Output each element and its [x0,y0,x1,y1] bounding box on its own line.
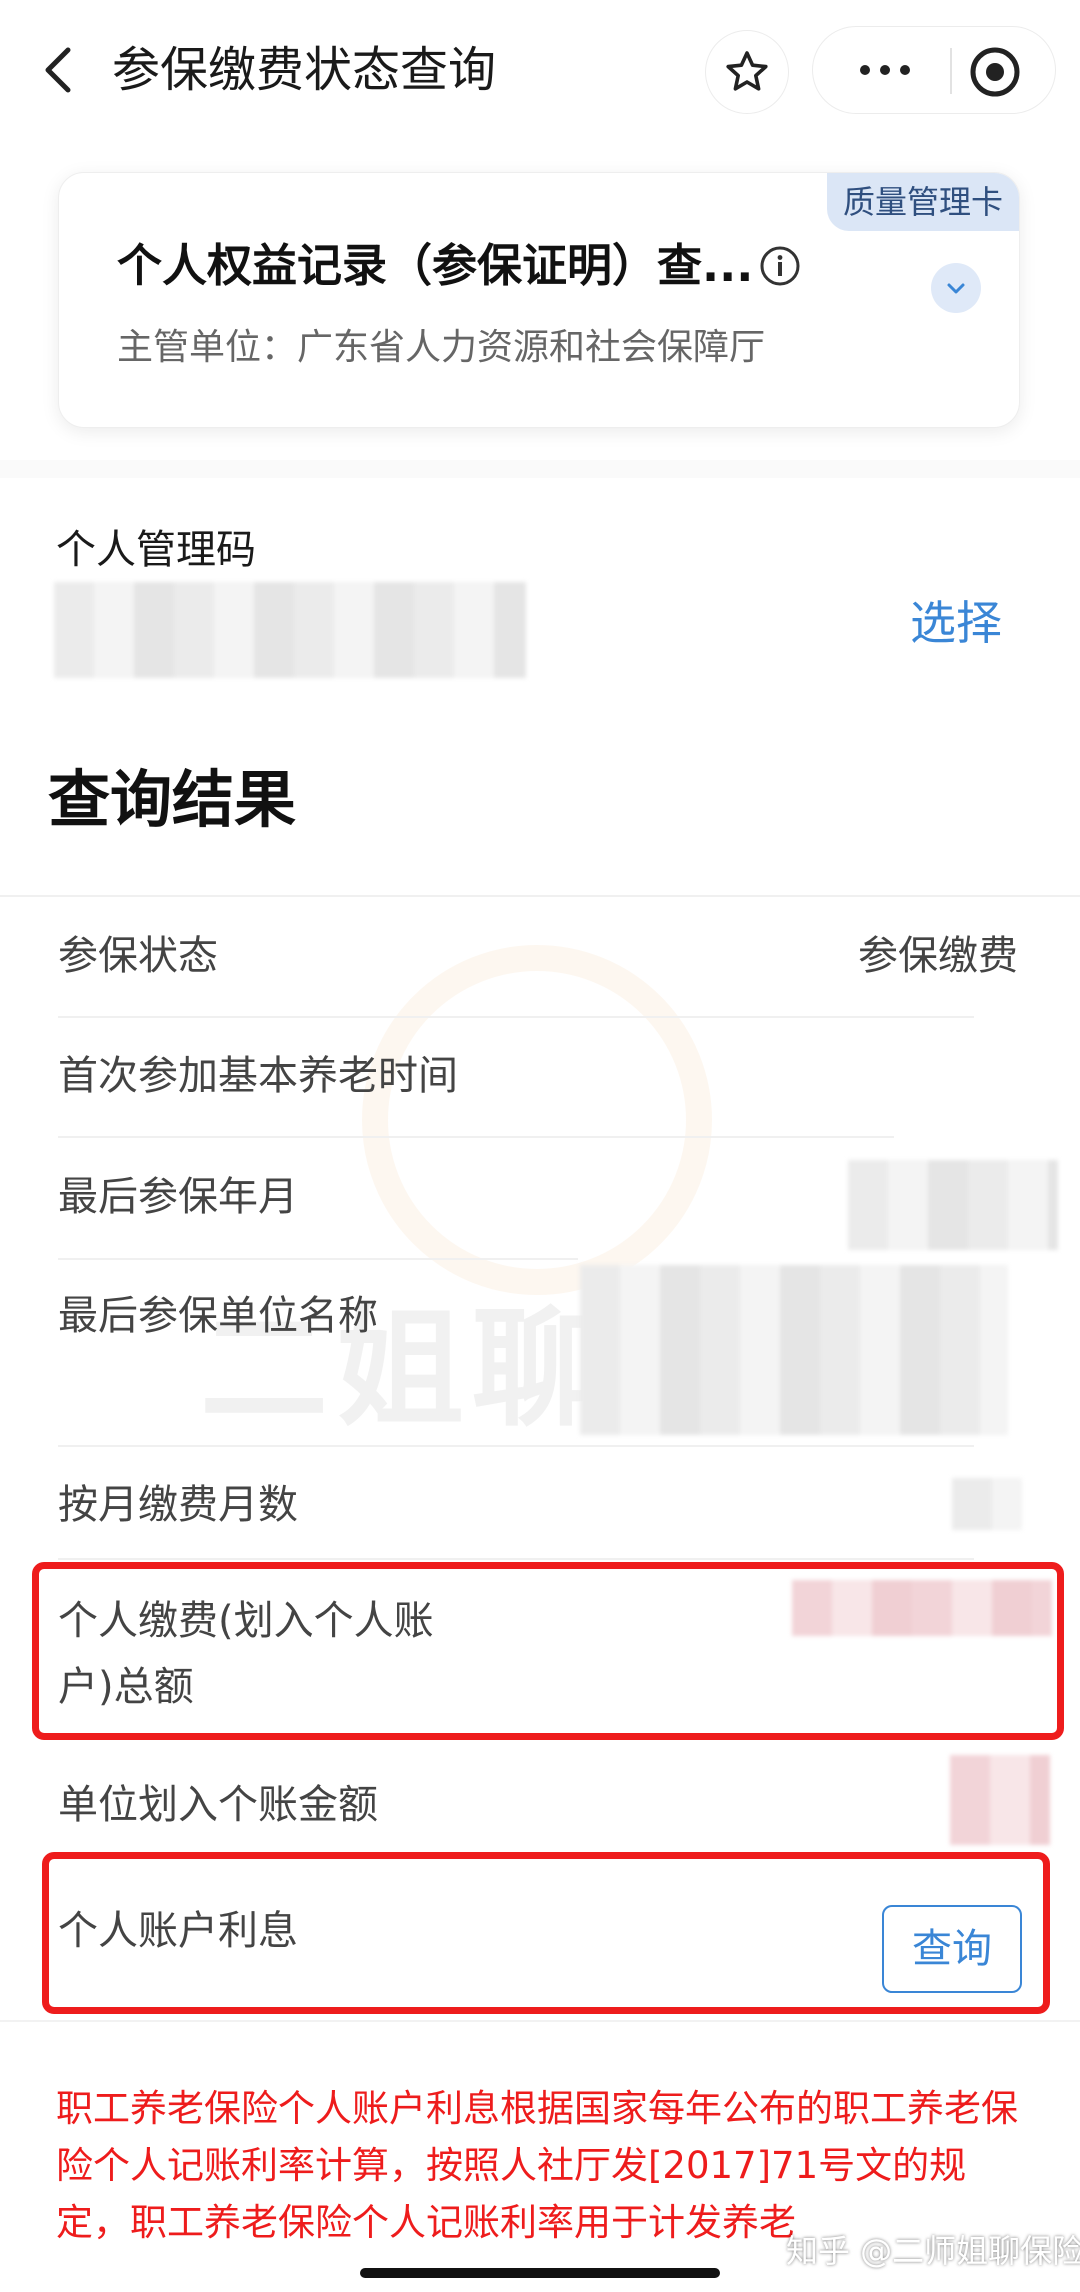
personal-code-redacted [54,582,526,678]
close-program-button[interactable] [965,42,1025,102]
source-watermark: 知乎 @二师姐聊保险 [786,2232,1080,2270]
info-button[interactable] [759,245,801,287]
row-label-last-employer: 最后参保单位名称 [58,1293,378,1339]
row-value-insurance-status: 参保缴费 [858,933,1018,979]
highlight-box-interest [42,1852,1050,2014]
row-divider [58,1445,974,1447]
row-divider [58,1258,578,1260]
row-divider [58,1136,894,1138]
expand-button[interactable] [931,263,981,313]
monthly-payment-count-redacted [952,1478,1022,1530]
quality-management-tag: 质量管理卡 [826,173,1019,231]
target-icon [970,47,1020,97]
back-button[interactable] [30,30,90,110]
home-indicator[interactable] [360,2268,720,2278]
row-label-insurance-status: 参保状态 [58,933,218,979]
employer-contribution-redacted [950,1755,1050,1845]
last-employer-redacted [580,1265,1008,1435]
info-icon [760,246,800,286]
service-card[interactable]: 质量管理卡 个人权益记录（参保证明）查... 主管单位：广东省人力资源和社会保障… [58,172,1020,428]
footer-divider [0,2020,1080,2022]
select-button[interactable]: 选择 [910,588,1002,658]
watermark-logo [362,945,712,1295]
row-label-first-pension-time: 首次参加基本养老时间 [58,1053,458,1099]
page-title: 参保缴费状态查询 [112,42,497,98]
highlight-box-contribution [32,1562,1064,1740]
row-label-last-insured-month: 最后参保年月 [58,1174,298,1220]
results-title: 查询结果 [48,763,297,836]
row-divider [58,1016,974,1018]
capsule-divider [950,48,952,94]
chevron-down-icon [947,283,965,294]
row-divider [58,1558,974,1560]
star-icon [726,51,768,91]
section-band [0,460,1080,478]
row-label-monthly-payment-count: 按月缴费月数 [58,1482,298,1528]
results-divider [0,895,1080,897]
favorite-button[interactable] [705,30,789,114]
service-authority: 主管单位：广东省人力资源和社会保障厅 [117,327,766,368]
more-icon[interactable] [835,44,935,96]
service-title: 个人权益记录（参保证明）查... [117,239,754,292]
row-label-employer-contribution: 单位划入个账金额 [58,1782,378,1828]
back-arrow-icon [45,47,71,93]
last-insured-month-redacted [848,1160,1058,1250]
personal-code-label: 个人管理码 [56,527,256,573]
